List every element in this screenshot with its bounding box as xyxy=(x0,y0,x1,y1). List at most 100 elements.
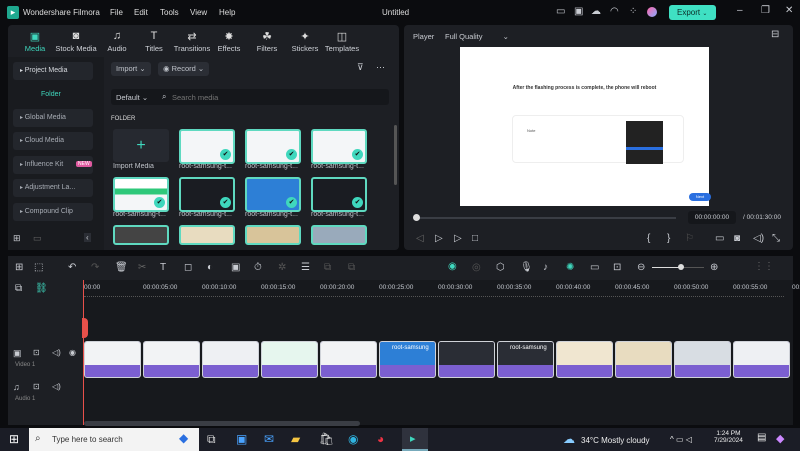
replace-icon[interactable]: ⧉ xyxy=(348,262,355,273)
pip-icon[interactable]: ▭ xyxy=(590,262,599,273)
zoom-slider-handle[interactable] xyxy=(677,264,684,270)
playhead-handle[interactable] xyxy=(82,318,88,338)
media-thumbnail[interactable]: ✔ xyxy=(113,177,169,212)
quality-dropdown[interactable]: Full Quality ⌄ xyxy=(445,32,509,41)
crop-icon[interactable]: ◻ xyxy=(184,262,192,273)
lock-icon[interactable]: ⊡ xyxy=(33,348,40,357)
player-progress[interactable] xyxy=(416,217,676,219)
snapshot-compare-icon[interactable]: ⊟ xyxy=(771,29,779,40)
link-icon[interactable]: ⛓ xyxy=(35,283,48,294)
collapse-icon[interactable]: ‹ xyxy=(84,233,91,242)
zoom-out-icon[interactable]: ⊖ xyxy=(637,262,645,273)
sidebar-item-project-media[interactable]: Project Media xyxy=(13,62,93,80)
mute-icon[interactable]: ◁) xyxy=(52,348,61,357)
display-icon[interactable]: ▭ xyxy=(715,233,724,244)
import-button[interactable]: Import ⌄ xyxy=(111,62,151,76)
close-icon[interactable]: ✕ xyxy=(785,5,793,16)
mail-icon[interactable]: ✉ xyxy=(264,432,274,446)
folder-icon[interactable]: ▭ xyxy=(33,233,42,244)
timeline-clip[interactable] xyxy=(261,341,318,378)
media-thumbnail[interactable]: ✔ xyxy=(311,177,367,212)
sidebar-item-cloud-media[interactable]: Cloud Media xyxy=(13,132,93,150)
media-thumbnail[interactable] xyxy=(179,225,235,245)
lock-icon[interactable]: ⊡ xyxy=(33,382,40,391)
media-thumbnail[interactable]: ✔ xyxy=(179,177,235,212)
menu-view[interactable]: View xyxy=(190,8,207,17)
progress-handle[interactable] xyxy=(413,214,420,221)
notifications-icon[interactable]: ▤ xyxy=(757,432,766,443)
support-icon[interactable]: ◠ xyxy=(610,6,619,17)
tray-icons[interactable]: ^ ▭ ◁ xyxy=(670,435,692,444)
cut-icon[interactable]: ✂ xyxy=(138,262,146,273)
timeline-scrollbar[interactable] xyxy=(84,421,360,426)
mark-out-icon[interactable]: } xyxy=(667,233,670,244)
filmora-taskbar-icon[interactable]: ▸ xyxy=(402,428,428,451)
avatar[interactable] xyxy=(647,7,657,17)
color-icon[interactable]: ◐ xyxy=(207,262,213,273)
select-tool-icon[interactable]: ⬚ xyxy=(34,262,43,273)
mark-in-icon[interactable]: { xyxy=(647,233,650,244)
new-folder-icon[interactable]: ⊞ xyxy=(13,233,21,244)
menu-file[interactable]: File xyxy=(110,8,123,17)
media-thumbnail[interactable]: ✔ xyxy=(245,129,301,164)
search-input[interactable] xyxy=(172,91,382,103)
restore-icon[interactable]: ❐ xyxy=(761,5,770,16)
tab-media[interactable]: ▣ Media xyxy=(13,30,57,53)
timeline-clip[interactable] xyxy=(556,341,613,378)
sidebar-item-adjustment-layer[interactable]: Adjustment La... xyxy=(13,179,93,197)
delete-icon[interactable]: 🗑 xyxy=(115,262,128,273)
menu-edit[interactable]: Edit xyxy=(134,8,148,17)
copilot-icon[interactable]: ◆ xyxy=(776,432,784,445)
minimize-icon[interactable]: – xyxy=(737,5,743,16)
text-tool-icon[interactable]: T xyxy=(160,262,166,273)
media-thumbnail[interactable] xyxy=(113,225,169,245)
zoom-in-icon[interactable]: ⊕ xyxy=(710,262,718,273)
app-icon[interactable]: ▣ xyxy=(236,432,247,446)
timeline-clip[interactable] xyxy=(438,341,495,378)
media-thumbnail[interactable]: ✔ xyxy=(179,129,235,164)
stop-icon[interactable]: □ xyxy=(472,233,478,244)
sort-dropdown[interactable]: Default ⌄ xyxy=(116,93,148,102)
menu-help[interactable]: Help xyxy=(219,8,235,17)
eye-icon[interactable]: ◉ xyxy=(69,348,76,357)
redo-icon[interactable]: ↷ xyxy=(91,262,99,273)
stabilize-icon[interactable]: ✲ xyxy=(278,262,286,273)
play-icon[interactable]: ▷ xyxy=(454,233,462,244)
timeline-clip[interactable] xyxy=(320,341,377,378)
timeline-clip[interactable] xyxy=(615,341,672,378)
sidebar-item-compound-clip[interactable]: Compound Clip xyxy=(13,203,93,221)
speed-icon[interactable]: ⏱ xyxy=(254,262,262,273)
timeline-clip[interactable] xyxy=(143,341,200,378)
audio-stretch-icon[interactable]: ♪ xyxy=(543,262,548,273)
more-icon[interactable]: ⋯ xyxy=(376,62,385,73)
sidebar-folder[interactable]: Folder xyxy=(41,91,61,98)
freeze-frame-icon[interactable]: ▣ xyxy=(231,262,240,273)
sidebar-item-global-media[interactable]: Global Media xyxy=(13,109,93,127)
layout-icon[interactable]: ▭ xyxy=(556,6,565,17)
split-screen-icon[interactable]: ⊡ xyxy=(613,262,621,273)
auto-reframe-icon[interactable]: ◎ xyxy=(472,262,481,273)
export-button[interactable]: Export ⌄ xyxy=(669,5,716,20)
media-thumbnail[interactable]: ✔ xyxy=(311,129,367,164)
cloud-upload-icon[interactable]: ☁ xyxy=(591,6,601,17)
task-view-icon[interactable]: ⧉ xyxy=(207,432,216,447)
prev-frame-icon[interactable]: ◁ xyxy=(416,233,424,244)
media-thumbnail[interactable] xyxy=(245,225,301,245)
clock[interactable]: 1:24 PM 7/29/2024 xyxy=(714,430,743,444)
tab-templates[interactable]: ◫ Templates xyxy=(320,30,364,53)
layout-grid-icon[interactable]: ⊞ xyxy=(15,262,23,273)
windows-start-icon[interactable]: ⊞ xyxy=(9,432,19,446)
fullscreen-icon[interactable]: ⤡ xyxy=(772,233,780,244)
file-explorer-icon[interactable]: ▰ xyxy=(291,432,300,446)
marker-icon[interactable]: ⬡ xyxy=(496,262,505,273)
media-scrollbar[interactable] xyxy=(394,125,397,185)
menu-tools[interactable]: Tools xyxy=(160,8,179,17)
record-button[interactable]: ◉ Record ⌄ xyxy=(158,62,210,76)
chrome-icon[interactable]: ◕ xyxy=(377,432,384,446)
timeline-clip[interactable]: root-samsung xyxy=(379,341,436,378)
apps-icon[interactable]: ⁘ xyxy=(629,6,637,17)
mute-icon[interactable]: ◁) xyxy=(52,382,61,391)
timeline-clip[interactable] xyxy=(674,341,731,378)
media-thumbnail[interactable] xyxy=(311,225,367,245)
undo-icon[interactable]: ↶ xyxy=(68,262,76,273)
